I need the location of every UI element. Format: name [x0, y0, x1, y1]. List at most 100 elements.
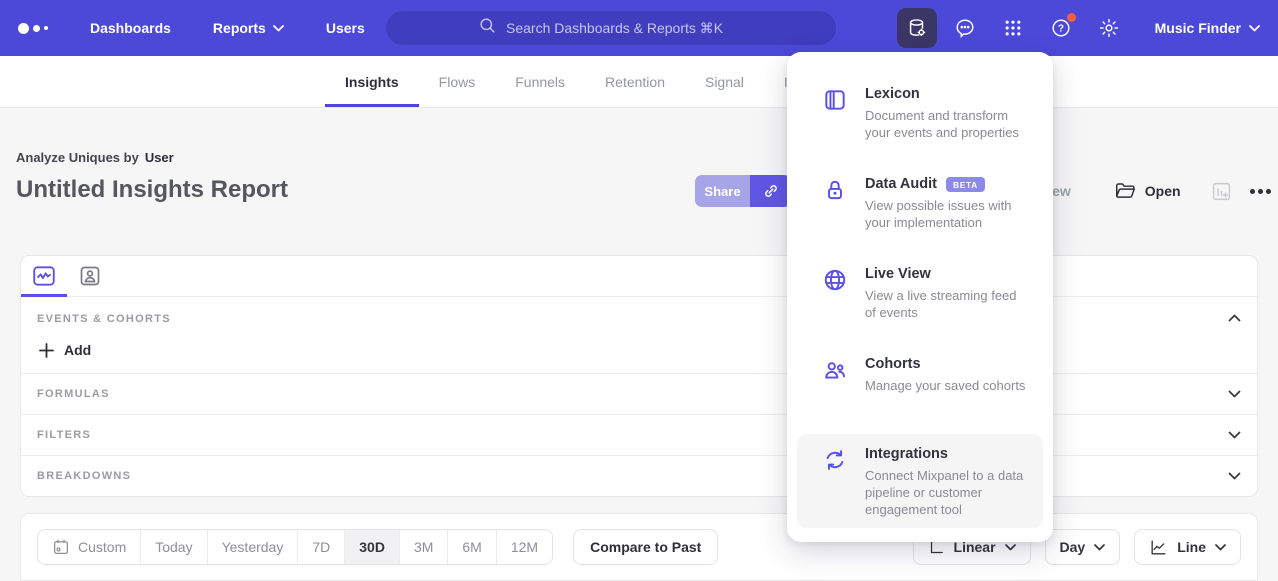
range-12m-label: 12M	[511, 539, 538, 555]
chart-type-label: Line	[1177, 539, 1206, 555]
section-formulas[interactable]: FORMULAS	[21, 373, 1257, 414]
chart-toolbar-panel: Custom Today Yesterday 7D 30D 3M 6M 12M …	[20, 513, 1258, 581]
range-yesterday-label: Yesterday	[222, 539, 284, 555]
add-event-button[interactable]: Add	[21, 329, 107, 373]
menu-item-data-audit-label: Data Audit	[865, 176, 937, 192]
range-7d-label: 7D	[312, 539, 330, 555]
tab-insights[interactable]: Insights	[325, 56, 419, 107]
profile-icon	[78, 264, 102, 288]
tab-retention[interactable]: Retention	[585, 56, 685, 107]
tab-profiles-view[interactable]	[67, 256, 113, 296]
section-events-cohorts: EVENTS & COHORTS	[21, 297, 1257, 329]
nav-item-users[interactable]: Users	[326, 20, 365, 36]
date-range-segmented-control: Custom Today Yesterday 7D 30D 3M 6M 12M	[37, 529, 553, 565]
folder-icon	[1115, 182, 1136, 200]
share-button[interactable]: Share	[695, 175, 750, 207]
tab-metrics-view[interactable]	[21, 256, 67, 296]
tab-flows[interactable]: Flows	[419, 56, 496, 107]
chart-type-dropdown[interactable]: Line	[1134, 529, 1241, 565]
range-6m-label: 6M	[462, 539, 481, 555]
tab-signal-label: Signal	[705, 74, 744, 90]
range-12m[interactable]: 12M	[496, 530, 552, 564]
live-view-icon	[822, 267, 848, 334]
range-3m-label: 3M	[414, 539, 433, 555]
chevron-down-icon	[1005, 544, 1016, 551]
data-management-menu: Lexicon Document and transform your even…	[787, 52, 1053, 542]
cohorts-icon	[822, 357, 848, 424]
plus-icon	[39, 343, 54, 358]
settings-button[interactable]	[1089, 8, 1129, 48]
chevron-down-icon	[1228, 390, 1241, 398]
copy-link-button[interactable]	[750, 175, 791, 207]
compare-to-past-button[interactable]: Compare to Past	[573, 529, 718, 565]
integrations-icon	[822, 447, 848, 518]
menu-item-cohorts[interactable]: Cohorts Manage your saved cohorts	[797, 344, 1043, 434]
add-label: Add	[64, 342, 91, 358]
builder-view-tabs	[21, 256, 1257, 297]
menu-item-lexicon-label: Lexicon	[865, 86, 920, 102]
beta-badge: BETA	[946, 177, 985, 192]
search-icon	[478, 16, 497, 40]
apps-grid-icon	[1003, 18, 1023, 38]
share-split-button: Share	[695, 175, 791, 207]
project-switcher[interactable]: Music Finder	[1155, 20, 1260, 36]
data-management-button[interactable]	[897, 8, 937, 48]
range-today[interactable]: Today	[140, 530, 206, 564]
section-breakdowns-label: BREAKDOWNS	[37, 470, 131, 482]
range-yesterday[interactable]: Yesterday	[207, 530, 298, 564]
chevron-down-icon	[1249, 25, 1260, 32]
menu-item-live-view-description: View a live streaming feed of events	[865, 287, 1029, 321]
tab-retention-label: Retention	[605, 74, 665, 90]
chevron-down-icon	[1215, 544, 1226, 551]
link-icon	[761, 181, 781, 201]
analyze-breadcrumb: Analyze Uniques byUser	[16, 150, 174, 165]
svg-text:?: ?	[1058, 24, 1064, 35]
menu-item-data-audit[interactable]: Data Audit BETA View possible issues wit…	[797, 164, 1043, 254]
section-formulas-label: FORMULAS	[37, 388, 110, 400]
chevron-down-icon	[1094, 544, 1105, 551]
menu-item-live-view[interactable]: Live View View a live streaming feed of …	[797, 254, 1043, 344]
open-label: Open	[1145, 183, 1181, 199]
nav-item-dashboards[interactable]: Dashboards	[90, 20, 171, 36]
tab-signal[interactable]: Signal	[685, 56, 764, 107]
range-30d[interactable]: 30D	[344, 530, 399, 564]
add-to-dashboard-button[interactable]	[1211, 181, 1232, 202]
chevron-down-icon	[1228, 472, 1241, 480]
global-search-input[interactable]	[386, 11, 836, 45]
range-custom[interactable]: Custom	[38, 530, 140, 564]
tab-funnels[interactable]: Funnels	[495, 56, 585, 107]
menu-item-integrations[interactable]: Integrations Connect Mixpanel to a data …	[797, 434, 1043, 528]
header-actions: New Open	[1020, 175, 1271, 207]
collapse-section-button[interactable]	[1228, 309, 1241, 327]
feedback-button[interactable]	[945, 8, 985, 48]
open-report-button[interactable]: Open	[1115, 182, 1181, 200]
apps-grid-button[interactable]	[993, 8, 1033, 48]
section-filters[interactable]: FILTERS	[21, 414, 1257, 455]
more-options-button[interactable]	[1250, 189, 1271, 194]
menu-item-lexicon[interactable]: Lexicon Document and transform your even…	[797, 74, 1043, 164]
nav-item-reports[interactable]: Reports	[213, 20, 284, 36]
report-tabs: Insights Flows Funnels Retention Signal …	[0, 56, 1278, 108]
menu-item-integrations-description: Connect Mixpanel to a data pipeline or c…	[865, 467, 1029, 518]
nav-item-users-label: Users	[326, 20, 365, 36]
lexicon-icon	[822, 87, 848, 154]
interval-label: Day	[1060, 539, 1086, 555]
section-breakdowns[interactable]: BREAKDOWNS	[21, 455, 1257, 496]
range-6m[interactable]: 6M	[447, 530, 495, 564]
tab-funnels-label: Funnels	[515, 74, 565, 90]
mixpanel-logo-icon[interactable]	[18, 23, 48, 34]
help-button[interactable]: ?	[1041, 8, 1081, 48]
project-name: Music Finder	[1155, 20, 1241, 36]
analyze-entity[interactable]: User	[145, 150, 174, 165]
page-title[interactable]: Untitled Insights Report	[16, 176, 288, 204]
range-7d[interactable]: 7D	[297, 530, 344, 564]
menu-item-cohorts-label: Cohorts	[865, 356, 921, 372]
range-3m[interactable]: 3M	[399, 530, 447, 564]
chart-add-icon	[1211, 181, 1232, 202]
section-events-cohorts-label: EVENTS & COHORTS	[37, 313, 171, 325]
top-navbar: Dashboards Reports Users	[0, 0, 1278, 56]
interval-dropdown[interactable]: Day	[1045, 529, 1121, 565]
nav-item-dashboards-label: Dashboards	[90, 20, 171, 36]
search-input[interactable]	[506, 20, 744, 36]
gear-icon	[1098, 17, 1120, 39]
